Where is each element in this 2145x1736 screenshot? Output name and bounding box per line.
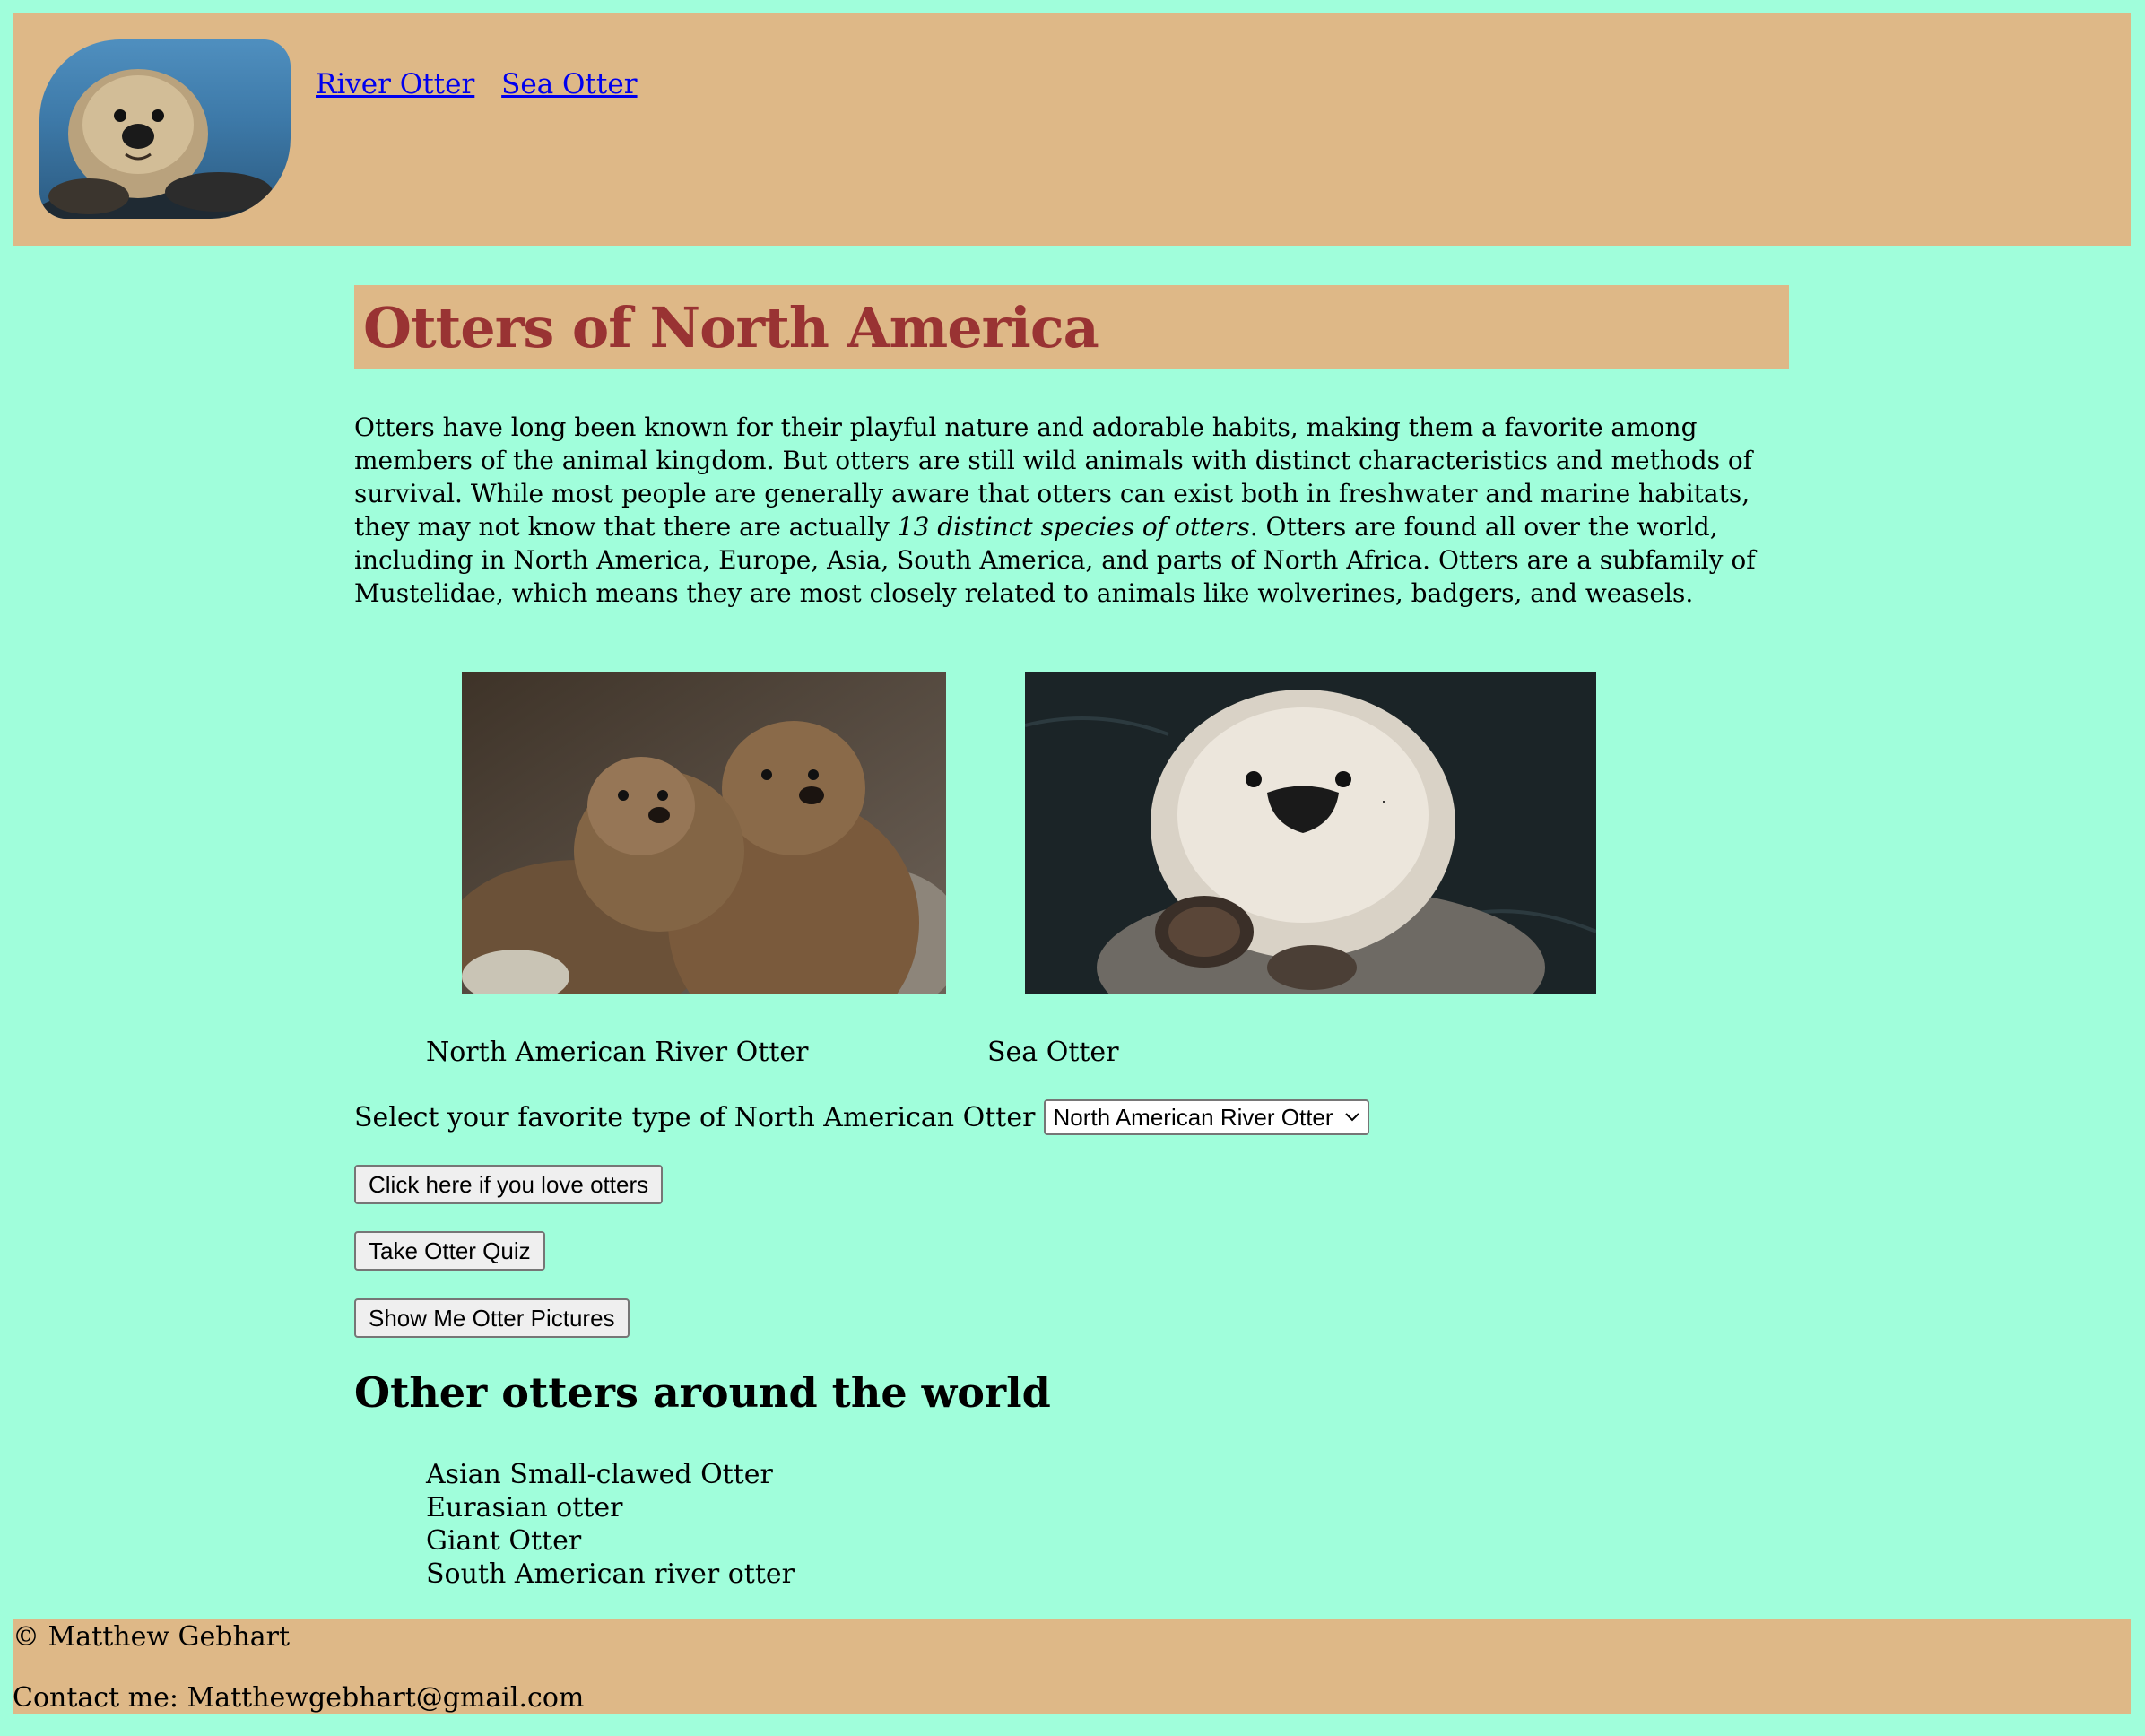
world-otters-list: Asian Small-clawed Otter Eurasian otter … [426, 1458, 795, 1591]
take-quiz-button[interactable]: Take Otter Quiz [354, 1231, 545, 1271]
sea-otter-photo [1025, 672, 1596, 994]
page-title-bar: Otters of North America [354, 285, 1789, 369]
favorite-otter-select-value: North American River Otter [1053, 1103, 1333, 1131]
intro-paragraph: Otters have long been known for their pl… [354, 411, 1789, 610]
show-pictures-button[interactable]: Show Me Otter Pictures [354, 1298, 630, 1338]
main-content: Otters of North America Otters have long… [354, 285, 1789, 635]
copyright-text: © Matthew Gebhart [13, 1621, 291, 1653]
list-item: South American river otter [426, 1558, 795, 1590]
river-otters-photo [462, 672, 946, 994]
intro-emphasis: 13 distinct species of otters [897, 512, 1250, 542]
love-otters-button[interactable]: Click here if you love otters [354, 1165, 664, 1204]
favorite-otter-select[interactable]: North American River Otter [1044, 1099, 1369, 1135]
sea-otter-caption: Sea Otter [987, 1037, 1119, 1068]
nav-link-sea-otter[interactable]: Sea Otter [501, 68, 637, 100]
chevron-down-icon [1344, 1113, 1359, 1122]
river-otter-caption: North American River Otter [426, 1037, 809, 1068]
site-footer: © Matthew Gebhart Contact me: Matthewgeb… [13, 1619, 2131, 1714]
nav-link-river-otter[interactable]: River Otter [316, 68, 474, 100]
world-otters-heading: Other otters around the world [354, 1368, 1051, 1417]
page-title: Otters of North America [363, 294, 1099, 360]
list-item: Eurasian otter [426, 1492, 623, 1523]
favorite-otter-label: Select your favorite type of North Ameri… [354, 1101, 1036, 1133]
contact-text: Contact me: Matthewgebhart@gmail.com [13, 1682, 585, 1714]
main-nav: River Otter Sea Otter [316, 68, 656, 100]
favorite-otter-row: Select your favorite type of North Ameri… [354, 1099, 1369, 1135]
list-item: Giant Otter [426, 1525, 582, 1557]
site-header: River Otter Sea Otter [13, 13, 2131, 246]
list-item: Asian Small-clawed Otter [426, 1459, 773, 1490]
sea-otter-logo-image [39, 39, 291, 219]
